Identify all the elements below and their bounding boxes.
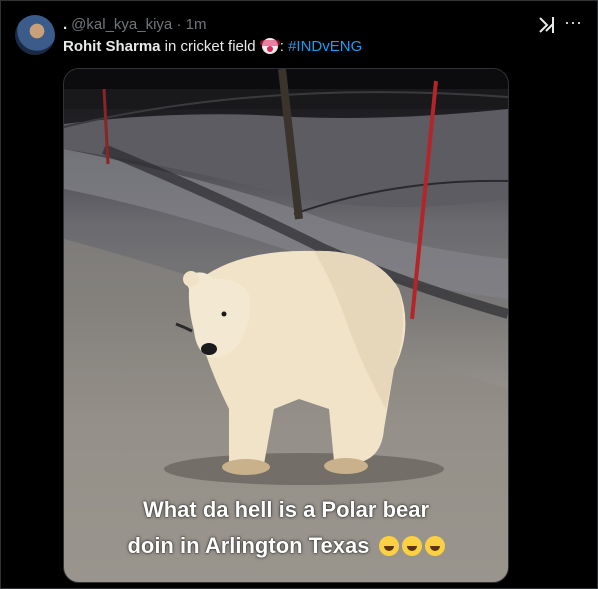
more-options-icon[interactable]: ···: [564, 13, 584, 35]
caption-line-2: doin in Arlington Texas: [64, 533, 508, 559]
tweet-header: . @kal_kya_kiya · 1m: [63, 16, 206, 33]
tweet-text: Rohit Sharma in cricket field : #INDvENG: [63, 38, 362, 55]
grok-icon[interactable]: [538, 15, 556, 35]
tweet-text-middle: in cricket field: [160, 38, 260, 55]
face-with-tears-of-joy-icon: [424, 536, 445, 556]
clown-face-icon: [259, 38, 280, 54]
caption-line-2-text: doin in Arlington Texas: [127, 533, 370, 558]
tweet-media-image[interactable]: What da hell is a Polar bear doin in Arl…: [63, 68, 509, 583]
avatar[interactable]: [15, 15, 55, 55]
user-handle[interactable]: @kal_kya_kiya: [71, 16, 172, 33]
timestamp[interactable]: · 1m: [176, 16, 206, 33]
face-with-tears-of-joy-icon: [378, 536, 399, 556]
tweet-text-colon: :: [279, 38, 289, 55]
display-name[interactable]: .: [63, 16, 67, 33]
hashtag-link[interactable]: #INDvENG: [288, 38, 362, 55]
tweet-card[interactable]: . @kal_kya_kiya · 1m Rohit Sharma in cric…: [0, 0, 598, 589]
tweet-text-bold: Rohit Sharma: [63, 38, 161, 55]
caption-line-1: What da hell is a Polar bear: [142, 497, 430, 522]
face-with-tears-of-joy-icon: [401, 536, 422, 556]
